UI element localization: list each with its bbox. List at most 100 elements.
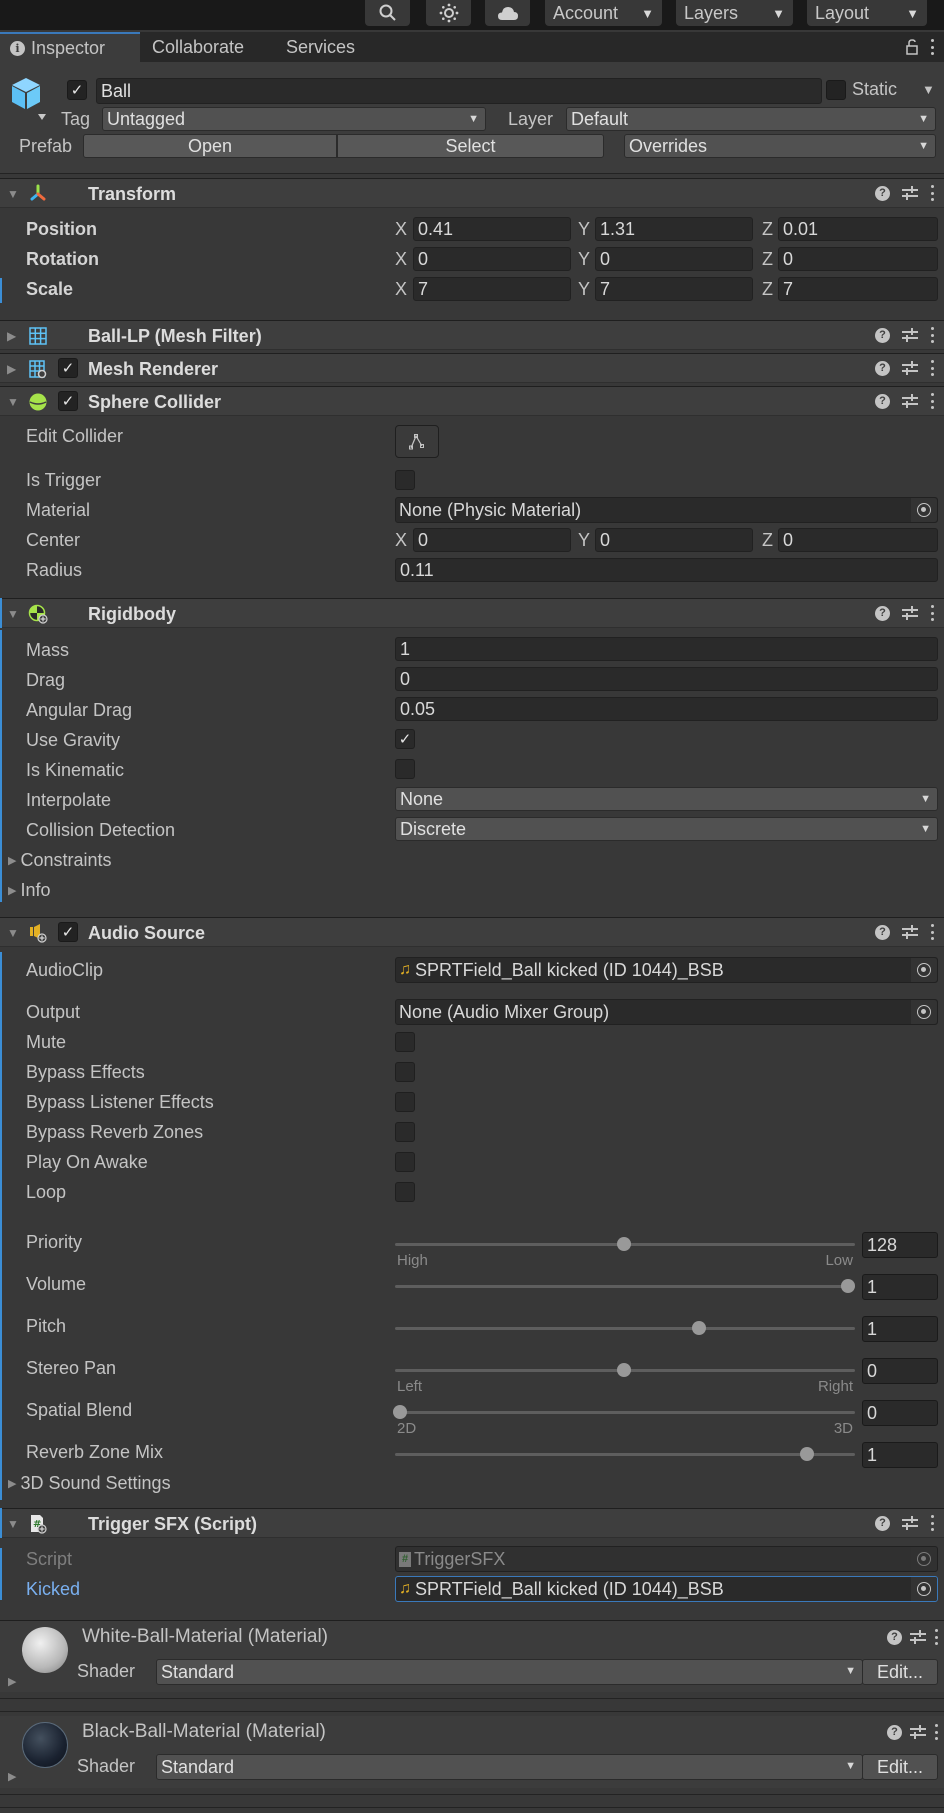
is-kinematic-checkbox[interactable]	[395, 759, 415, 779]
more-options-icon[interactable]	[934, 1629, 938, 1645]
mass-input[interactable]: 1	[395, 637, 938, 661]
transform-header[interactable]: ▼ Transform ?	[0, 178, 944, 208]
more-options-icon[interactable]	[930, 605, 934, 621]
scale-y-input[interactable]: 7	[595, 277, 753, 301]
reverb-zone-mix-slider-thumb[interactable]	[800, 1447, 815, 1461]
more-options-icon[interactable]	[930, 393, 934, 409]
more-options-icon[interactable]	[934, 1724, 938, 1740]
rigidbody-header[interactable]: ▼ Rigidbody ?	[0, 598, 944, 628]
kicked-object-field[interactable]: ♫ SPRTField_Ball kicked (ID 1044)_BSB	[395, 1576, 938, 1602]
presets-icon[interactable]	[910, 1724, 926, 1740]
fold-right-icon[interactable]: ▶	[7, 329, 16, 343]
presets-icon[interactable]	[902, 360, 918, 376]
help-icon[interactable]: ?	[875, 393, 890, 409]
info-foldout[interactable]: ▶ Info	[8, 880, 51, 901]
angular-drag-input[interactable]: 0.05	[395, 697, 938, 721]
loop-checkbox[interactable]	[395, 1182, 415, 1202]
object-picker-button[interactable]	[911, 958, 937, 982]
spatial-blend-slider-track[interactable]	[395, 1411, 855, 1414]
fold-right-icon[interactable]: ▶	[8, 1675, 16, 1688]
presets-icon[interactable]	[902, 605, 918, 621]
help-icon[interactable]: ?	[887, 1724, 902, 1740]
use-gravity-checkbox[interactable]: ✓	[395, 729, 415, 749]
edit-shader-button[interactable]: Edit...	[862, 1754, 938, 1780]
help-icon[interactable]: ?	[875, 1515, 890, 1531]
edit-collider-button[interactable]	[395, 425, 439, 458]
prefab-select-button[interactable]: Select	[337, 134, 604, 158]
volume-slider-track[interactable]	[395, 1285, 855, 1288]
interpolate-dropdown[interactable]: None ▼	[395, 787, 938, 811]
bypass-reverb-zones-checkbox[interactable]	[395, 1122, 415, 1142]
help-icon[interactable]: ?	[875, 605, 890, 621]
presets-icon[interactable]	[902, 327, 918, 343]
fold-down-icon[interactable]: ▼	[7, 926, 19, 940]
audio-source-header[interactable]: ▼ ✓ Audio Source ?	[0, 917, 944, 947]
layers-dropdown[interactable]: Layers ▼	[676, 0, 793, 26]
3d-sound-settings-foldout[interactable]: ▶ 3D Sound Settings	[8, 1473, 171, 1494]
mesh-renderer-header[interactable]: ▶ ✓ Mesh Renderer ?	[0, 353, 944, 383]
is-trigger-checkbox[interactable]	[395, 470, 415, 490]
trigger-sfx-header[interactable]: ▼ # Trigger SFX (Script) ?	[0, 1508, 944, 1538]
help-icon[interactable]: ?	[875, 924, 890, 940]
scale-x-input[interactable]: 7	[413, 277, 571, 301]
layout-dropdown[interactable]: Layout ▼	[807, 0, 927, 26]
search-button[interactable]	[365, 0, 410, 26]
tab-collaborate[interactable]: Collaborate	[142, 32, 260, 62]
material-object-field[interactable]: None (Physic Material)	[395, 497, 938, 523]
output-object-field[interactable]: None (Audio Mixer Group)	[395, 999, 938, 1025]
spatial-blend-slider-thumb[interactable]	[393, 1405, 407, 1419]
edit-shader-button[interactable]: Edit...	[862, 1659, 938, 1685]
prefab-open-button[interactable]: Open	[83, 134, 337, 158]
lighting-button[interactable]	[426, 0, 471, 26]
active-checkbox[interactable]: ✓	[67, 80, 87, 100]
mesh-filter-header[interactable]: ▶ Ball-LP (Mesh Filter) ?	[0, 320, 944, 350]
sphere-collider-header[interactable]: ▼ ✓ Sphere Collider ?	[0, 386, 944, 416]
rotation-z-input[interactable]: 0	[778, 247, 938, 271]
help-icon[interactable]: ?	[875, 360, 890, 376]
rotation-x-input[interactable]: 0	[413, 247, 571, 271]
object-picker-button[interactable]	[911, 1577, 937, 1601]
help-icon[interactable]: ?	[875, 327, 890, 343]
lock-icon[interactable]	[906, 39, 918, 55]
center-x-input[interactable]: 0	[413, 528, 571, 552]
audioclip-object-field[interactable]: ♫ SPRTField_Ball kicked (ID 1044)_BSB	[395, 957, 938, 983]
account-dropdown[interactable]: Account ▼	[545, 0, 662, 26]
presets-icon[interactable]	[902, 185, 918, 201]
cloud-button[interactable]	[485, 0, 530, 26]
priority-input[interactable]: 128	[862, 1232, 938, 1258]
radius-input[interactable]: 0.11	[395, 558, 938, 582]
constraints-foldout[interactable]: ▶ Constraints	[8, 850, 112, 871]
tag-dropdown[interactable]: Untagged ▼	[102, 107, 486, 131]
spatial-blend-input[interactable]: 0	[862, 1400, 938, 1426]
position-z-input[interactable]: 0.01	[778, 217, 938, 241]
more-options-icon[interactable]	[930, 327, 934, 343]
more-options-icon[interactable]	[930, 1515, 934, 1531]
presets-icon[interactable]	[902, 924, 918, 940]
mesh-renderer-enabled-checkbox[interactable]: ✓	[58, 358, 78, 378]
reverb-zone-mix-input[interactable]: 1	[862, 1442, 938, 1468]
fold-down-icon[interactable]: ▼	[7, 1517, 19, 1531]
pitch-slider-thumb[interactable]	[691, 1321, 706, 1335]
collision-detection-dropdown[interactable]: Discrete ▼	[395, 817, 938, 841]
static-dropdown-arrow-icon[interactable]: ▼	[922, 82, 935, 97]
more-options-icon[interactable]	[930, 360, 934, 376]
position-x-input[interactable]: 0.41	[413, 217, 571, 241]
gameobject-cube-icon[interactable]	[8, 76, 48, 126]
more-options-icon[interactable]	[930, 185, 934, 201]
fold-right-icon[interactable]: ▶	[7, 362, 16, 376]
fold-down-icon[interactable]: ▼	[7, 607, 19, 621]
object-picker-button[interactable]	[911, 1000, 937, 1024]
pitch-slider-track[interactable]	[395, 1327, 855, 1330]
presets-icon[interactable]	[902, 1515, 918, 1531]
rotation-y-input[interactable]: 0	[595, 247, 753, 271]
shader-dropdown[interactable]: Standard ▼	[156, 1659, 863, 1685]
object-picker-button[interactable]	[911, 498, 937, 522]
object-name-input[interactable]: Ball	[96, 78, 822, 104]
audio-source-enabled-checkbox[interactable]: ✓	[58, 922, 78, 942]
presets-icon[interactable]	[902, 393, 918, 409]
volume-input[interactable]: 1	[862, 1274, 938, 1300]
reverb-zone-mix-slider-track[interactable]	[395, 1453, 855, 1456]
drag-input[interactable]: 0	[395, 667, 938, 691]
priority-slider-thumb[interactable]	[617, 1237, 631, 1251]
help-icon[interactable]: ?	[875, 185, 890, 201]
